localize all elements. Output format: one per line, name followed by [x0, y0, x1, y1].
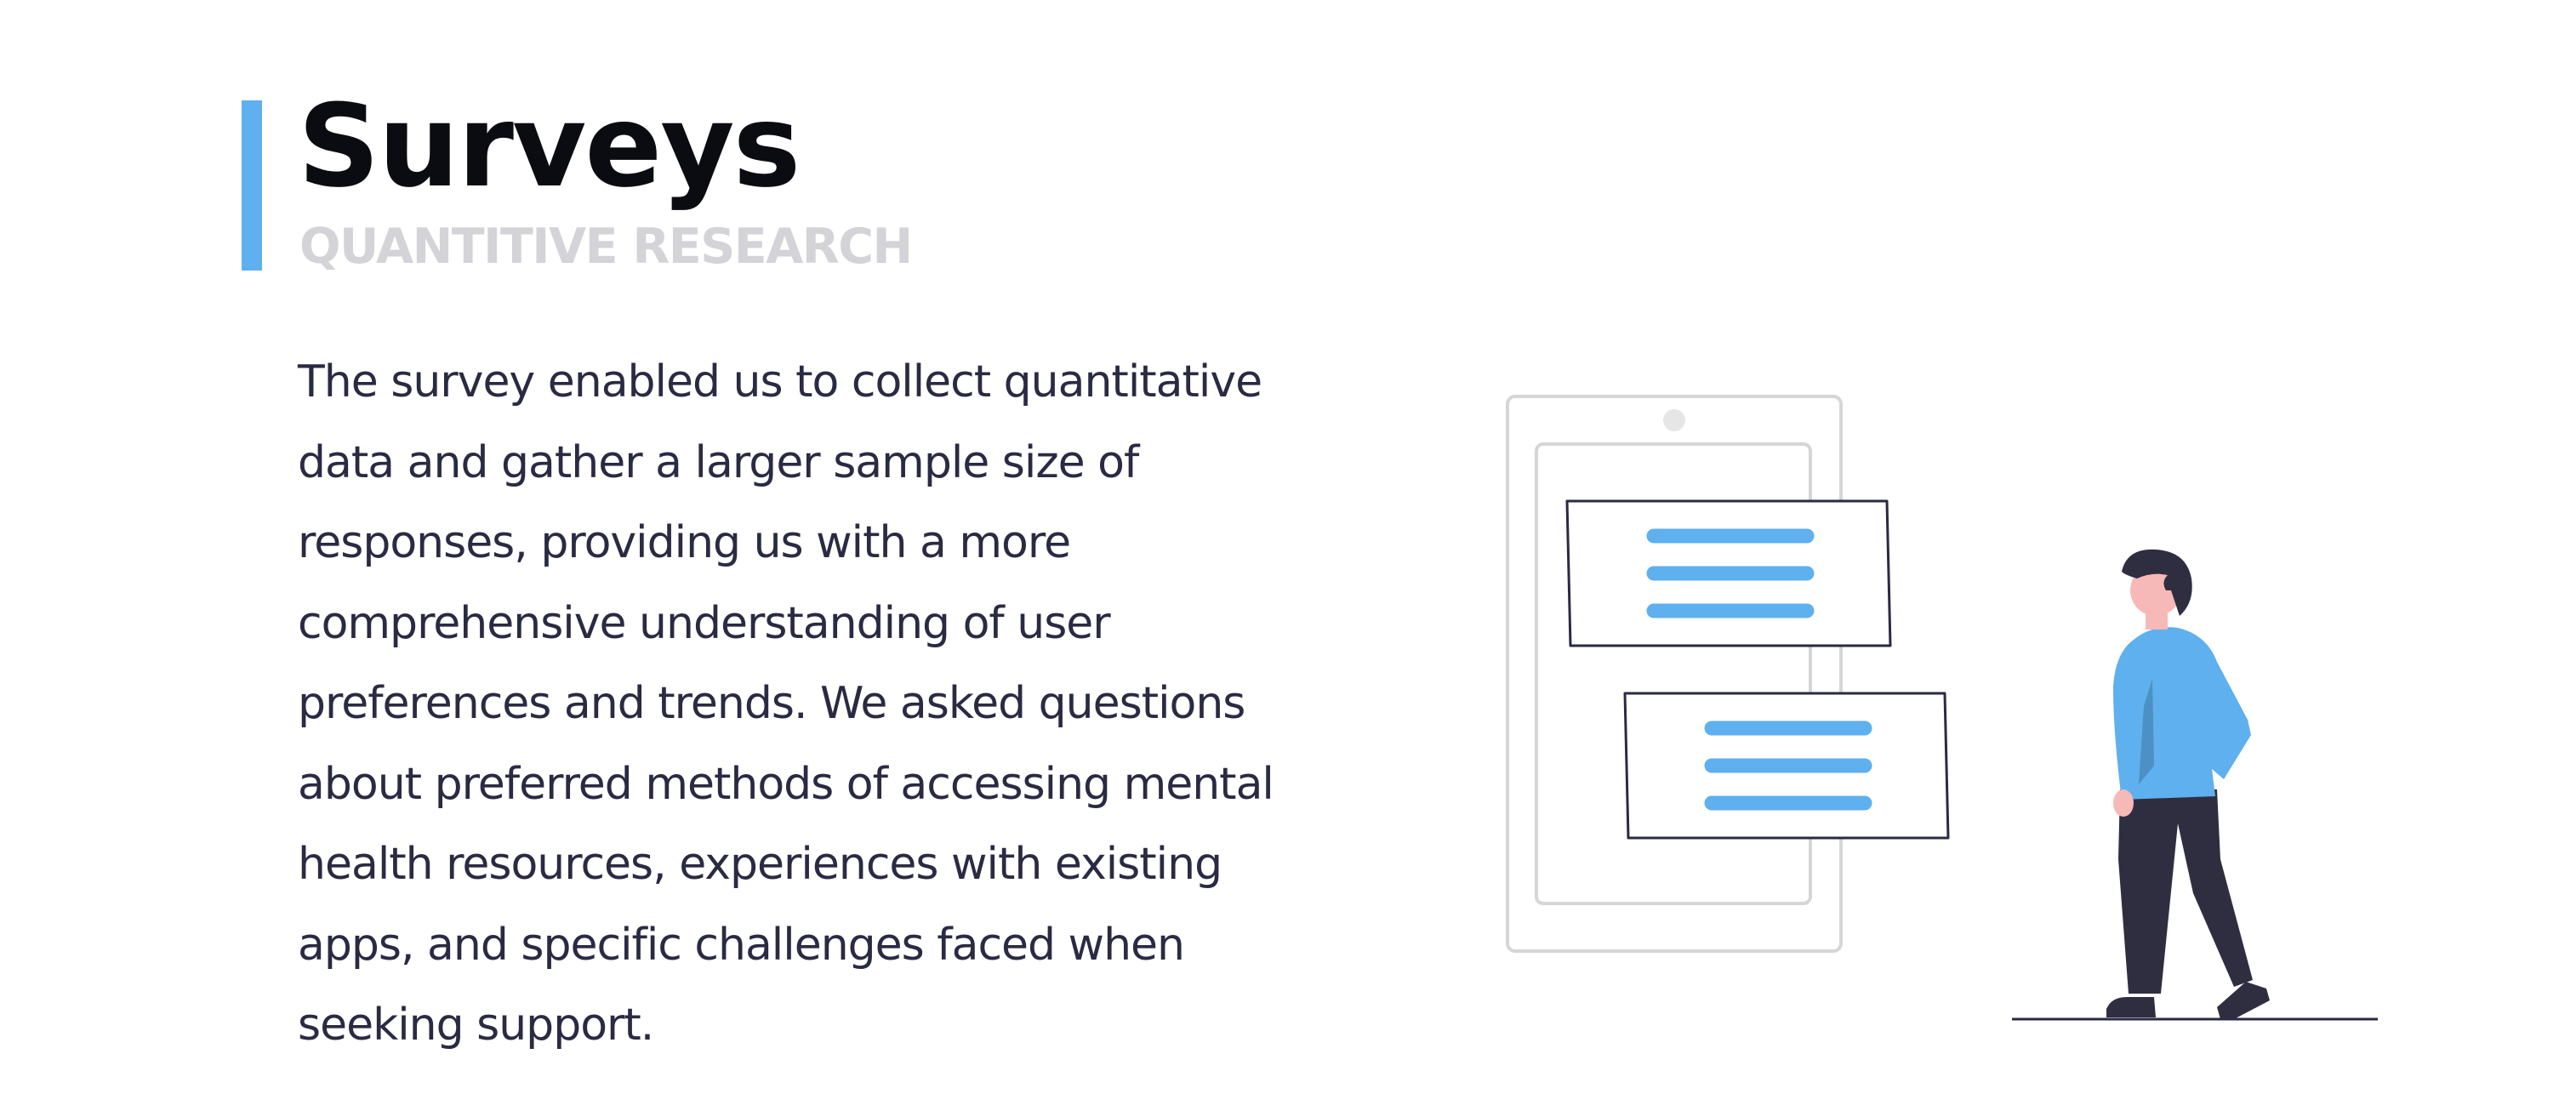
- body-line: preferences and trends. We asked questio…: [298, 678, 1245, 729]
- person-icon: [2106, 549, 2270, 1019]
- body-line: data and gather a larger sample size of: [298, 436, 1139, 488]
- body-line: responses, providing us with a more: [298, 517, 1071, 568]
- survey-card-icon: [1565, 499, 1892, 647]
- body-line: about preferred methods of accessing men…: [298, 758, 1274, 810]
- person-viewing-phone-survey-illustration: [1506, 395, 2378, 1021]
- page-title: Surveys: [298, 80, 801, 213]
- body-line: comprehensive understanding of user: [298, 597, 1111, 649]
- phone-camera-icon: [1663, 409, 1685, 431]
- body-line: health resources, experiences with exist…: [298, 839, 1222, 890]
- survey-card-icon: [1623, 692, 1950, 840]
- title-accent-bar: [242, 100, 262, 271]
- phone-outline: [1506, 395, 1843, 953]
- body-line: The survey enabled us to collect quantit…: [298, 356, 1262, 407]
- body-line: apps, and specific challenges faced when: [298, 919, 1185, 971]
- page-subtitle: QUANTITIVE RESEARCH: [299, 219, 913, 275]
- body-paragraph: The survey enabled us to collect quantit…: [298, 342, 1438, 1066]
- body-line: seeking support.: [298, 1000, 654, 1051]
